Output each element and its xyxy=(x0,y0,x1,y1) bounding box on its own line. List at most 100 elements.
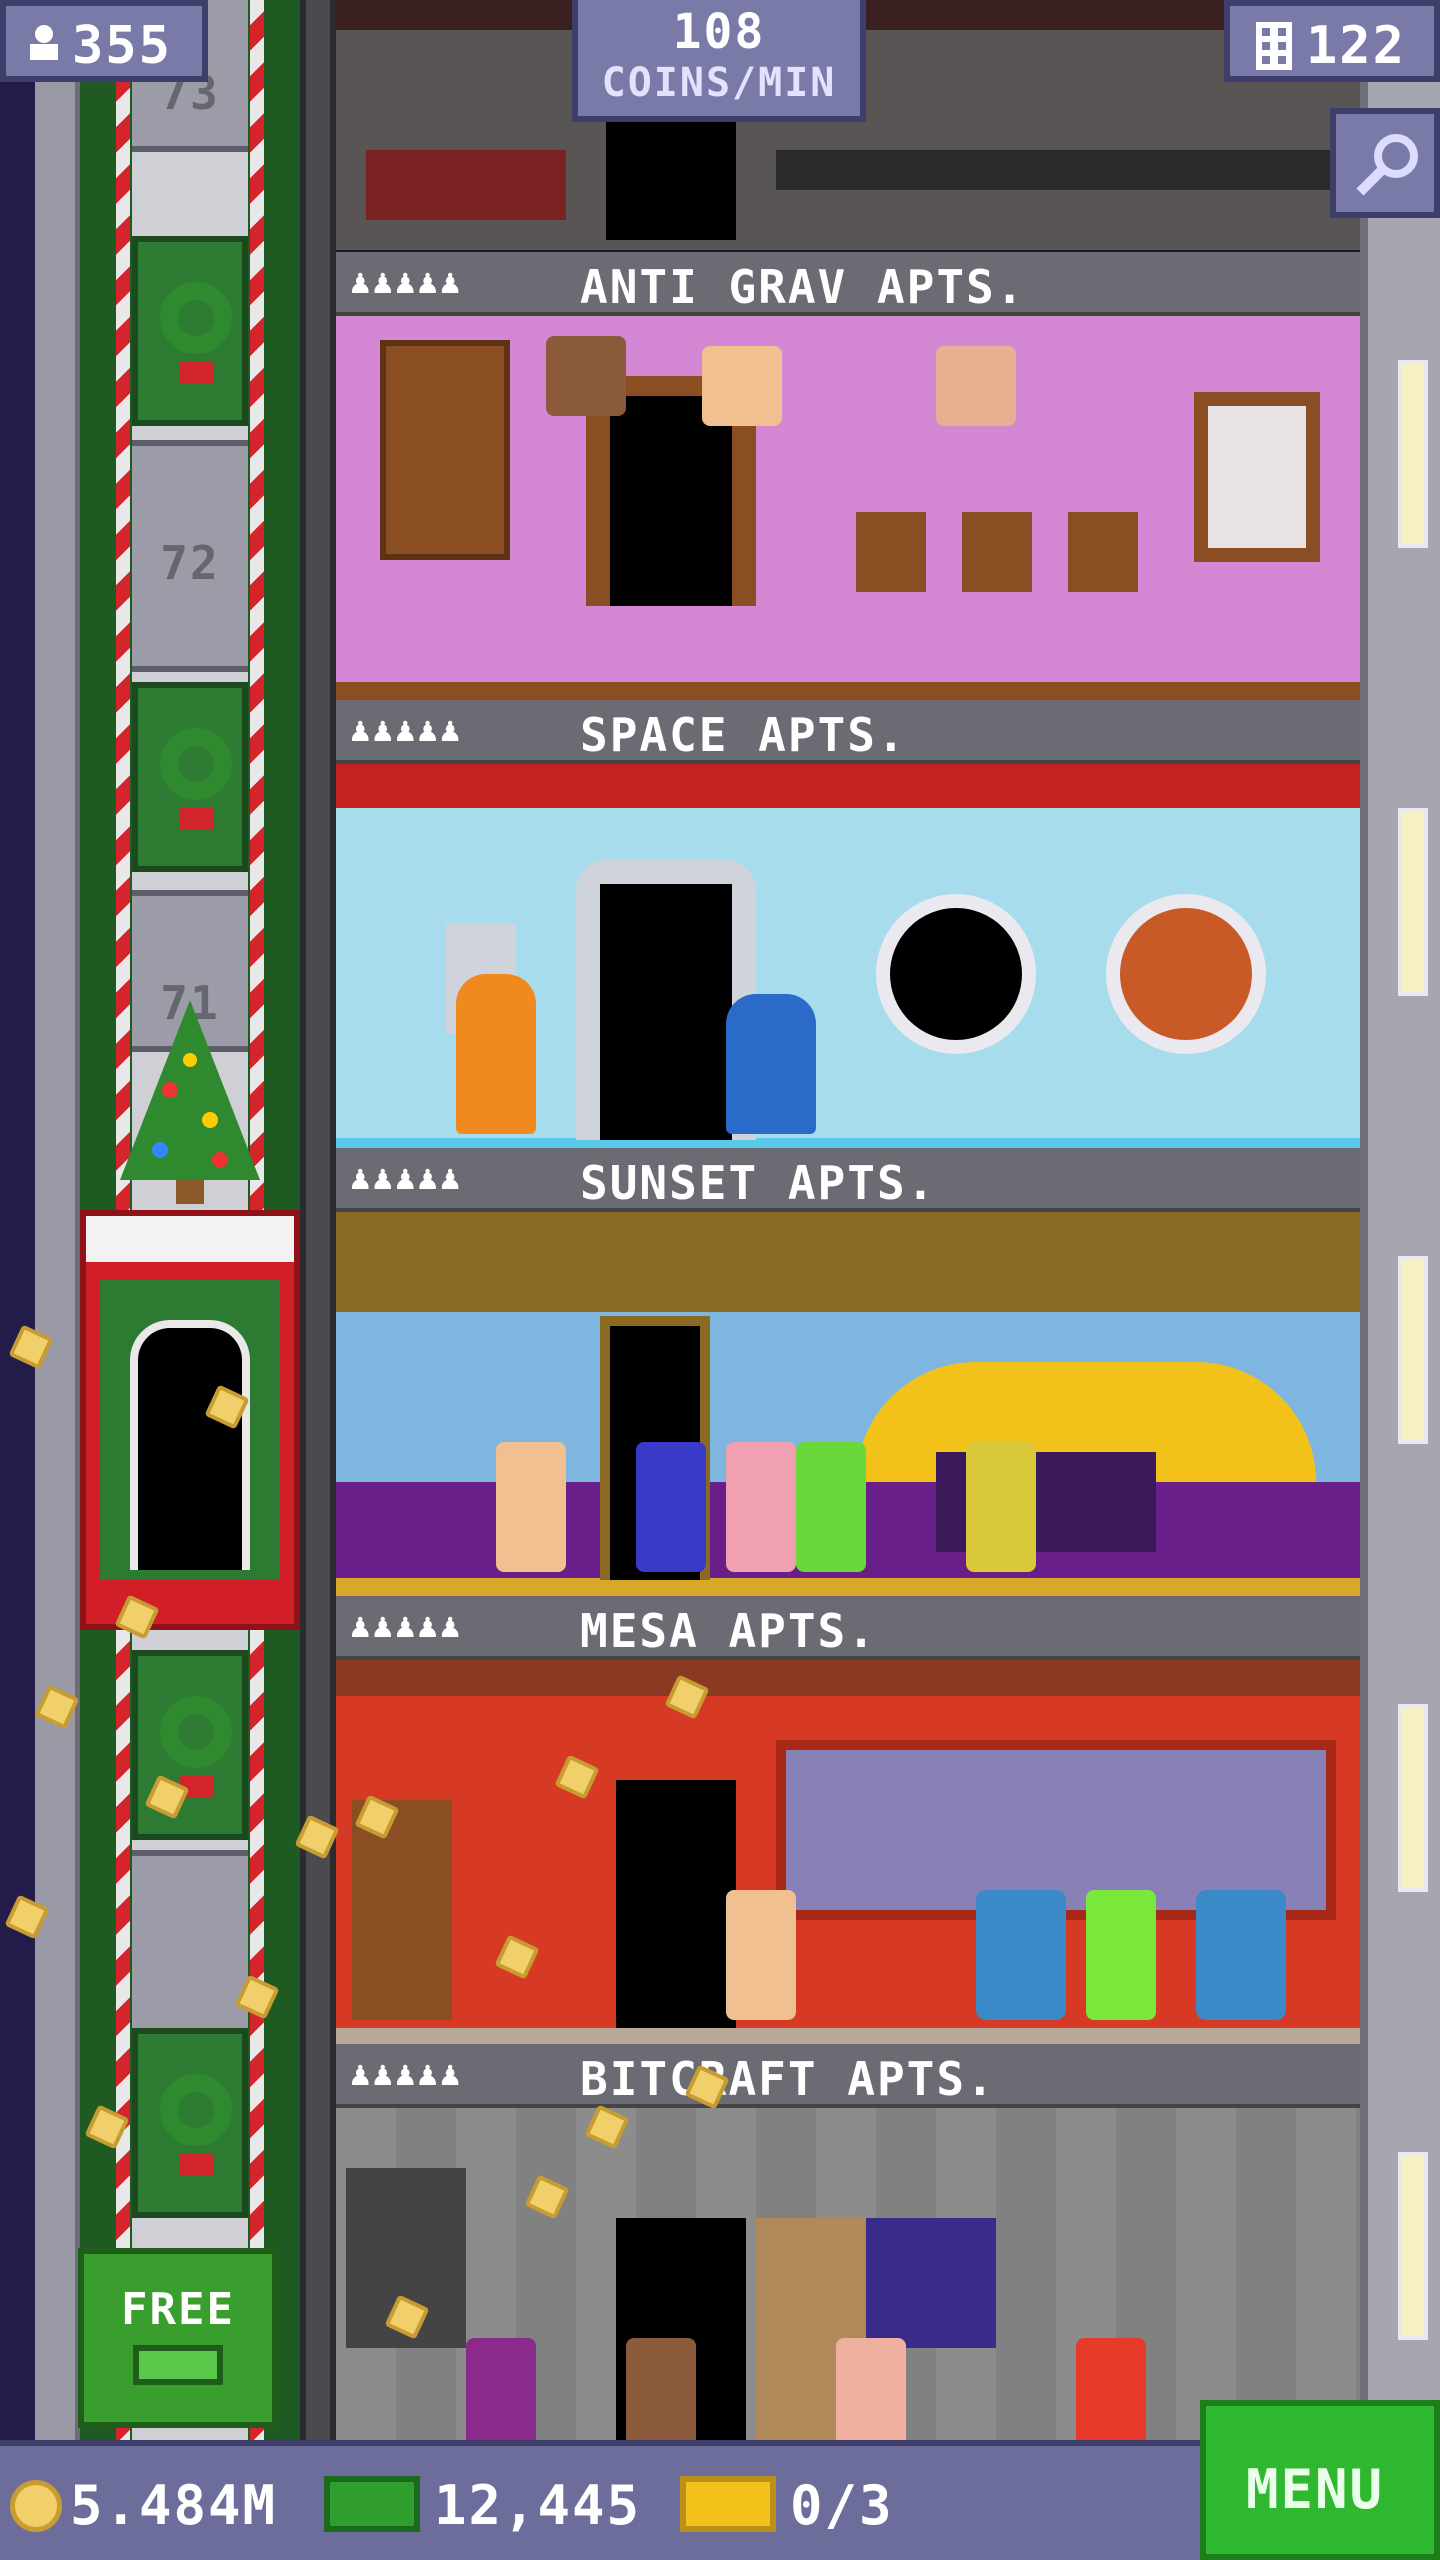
elevator-door xyxy=(132,682,248,872)
tower-right-pillar xyxy=(1360,0,1440,2440)
pillar-light xyxy=(1398,808,1428,996)
population-counter[interactable]: 355 xyxy=(0,0,208,82)
floor-rating: ♟♟♟♟♟ xyxy=(350,2054,463,2094)
room-doorway xyxy=(600,884,732,1140)
floor-room-sunset[interactable] xyxy=(336,1212,1360,1600)
room-doorway xyxy=(606,120,736,240)
floor-room-space[interactable] xyxy=(336,764,1360,1152)
cab-doorway xyxy=(130,1320,250,1570)
floor-room-anti-grav[interactable] xyxy=(336,316,1360,704)
bitizen[interactable] xyxy=(636,1442,706,1572)
coins-rate-value: 108 xyxy=(672,4,766,60)
floor-room-mesa[interactable] xyxy=(336,1660,1360,2048)
floor-name: ANTI GRAV APTS. xyxy=(580,260,1026,314)
bux-value: 12,445 xyxy=(434,2474,642,2537)
bitizen[interactable] xyxy=(546,336,626,416)
population-value: 355 xyxy=(72,16,172,76)
pillar-light xyxy=(1398,1256,1428,1444)
bitizen[interactable] xyxy=(966,1442,1036,1572)
floor-name: SUNSET APTS. xyxy=(580,1156,937,1210)
cab-garland xyxy=(100,1280,280,1580)
pillar-light xyxy=(1398,1704,1428,1892)
free-label: FREE xyxy=(121,2284,235,2335)
bitizen[interactable] xyxy=(1076,2338,1146,2440)
bitizen[interactable] xyxy=(836,2338,906,2440)
bitizen[interactable] xyxy=(1086,1890,1156,2020)
floor-label-band: ♟♟♟♟♟ BITCRAFT APTS. xyxy=(336,2044,1360,2108)
bow-icon xyxy=(180,808,214,830)
porthole-planet xyxy=(1106,894,1266,1054)
room-doorway xyxy=(616,1780,736,2028)
floor-label-band: ♟♟♟♟♟ SUNSET APTS. xyxy=(336,1148,1360,1212)
bitizen[interactable] xyxy=(626,2338,696,2440)
elevator-door xyxy=(132,1650,248,1840)
picture-frame xyxy=(962,512,1032,592)
menu-label: MENU xyxy=(1246,2458,1385,2521)
bitizen[interactable] xyxy=(496,1442,566,1572)
picture-frame xyxy=(1068,512,1138,592)
bitizen[interactable] xyxy=(456,974,536,1134)
wreath-icon xyxy=(160,2074,232,2146)
armchair xyxy=(1196,1890,1286,2020)
coins-value: 5.484M xyxy=(70,2474,278,2537)
floors-value: 122 xyxy=(1306,16,1406,76)
bux-icon xyxy=(133,2345,223,2385)
floor-rating: ♟♟♟♟♟ xyxy=(350,710,463,750)
free-bux-button[interactable]: FREE xyxy=(78,2248,278,2428)
floor-label-band: ♟♟♟♟♟ SPACE APTS. xyxy=(336,700,1360,764)
room-doorway xyxy=(610,396,732,606)
menu-button[interactable]: MENU xyxy=(1200,2400,1440,2560)
coin-icon xyxy=(10,2480,62,2532)
shaft-divider xyxy=(300,0,336,2440)
bitizen[interactable] xyxy=(466,2338,536,2440)
cab-roof-snow xyxy=(86,1216,294,1262)
floor-name: SPACE APTS. xyxy=(580,708,907,762)
floors-counter[interactable]: 122 xyxy=(1224,0,1440,82)
bitizen[interactable] xyxy=(726,1442,796,1572)
glass-block xyxy=(866,2218,996,2348)
floor-rating: ♟♟♟♟♟ xyxy=(350,1606,463,1646)
ceiling xyxy=(336,764,1360,808)
elevator-door xyxy=(132,2028,248,2218)
bitizen[interactable] xyxy=(702,346,782,426)
bookshelf xyxy=(352,1800,452,2020)
wreath-icon xyxy=(160,728,232,800)
tickets-value: 0/3 xyxy=(790,2474,894,2537)
elevator-floor-indicator: 72 xyxy=(132,440,248,672)
ticket-icon xyxy=(680,2476,776,2532)
wreath-icon xyxy=(160,282,232,354)
window xyxy=(1194,392,1320,562)
search-button[interactable] xyxy=(1330,108,1440,218)
porthole-stars xyxy=(876,894,1036,1054)
bow-icon xyxy=(180,2154,214,2176)
bitizen[interactable] xyxy=(796,1442,866,1572)
elevator-door xyxy=(132,236,248,426)
elevator-cab[interactable] xyxy=(80,1210,300,1630)
pillar-light xyxy=(1398,360,1428,548)
ceiling xyxy=(336,1660,1360,1696)
bux-icon xyxy=(324,2476,420,2532)
wreath-icon xyxy=(160,1696,232,1768)
bitizen[interactable] xyxy=(726,994,816,1134)
diner-counter xyxy=(776,150,1336,190)
floor-rating: ♟♟♟♟♟ xyxy=(350,1158,463,1198)
coins-rate-unit: COINS/MIN xyxy=(601,60,837,106)
bookshelf xyxy=(380,340,510,560)
building-icon xyxy=(1256,22,1292,70)
floor-name: MESA APTS. xyxy=(580,1604,877,1658)
elevator-shaft[interactable]: 73 72 71 xyxy=(80,0,300,2440)
floor-label-band: ♟♟♟♟♟ ANTI GRAV APTS. xyxy=(336,252,1360,316)
bitizen[interactable] xyxy=(726,1890,796,2020)
tower-left-pillar xyxy=(35,0,81,2440)
booth-seat xyxy=(366,150,566,220)
armchair xyxy=(976,1890,1066,2020)
bitizen[interactable] xyxy=(936,346,1016,426)
person-icon xyxy=(30,25,58,60)
floor-rating: ♟♟♟♟♟ xyxy=(350,262,463,302)
ceiling-beams xyxy=(336,1212,1360,1312)
bow-icon xyxy=(180,362,214,384)
christmas-tree-icon xyxy=(120,1000,260,1204)
coins-rate-panel: 108 COINS/MIN xyxy=(572,0,866,122)
picture-frame xyxy=(856,512,926,592)
floor-room-bitcraft[interactable] xyxy=(336,2108,1360,2440)
